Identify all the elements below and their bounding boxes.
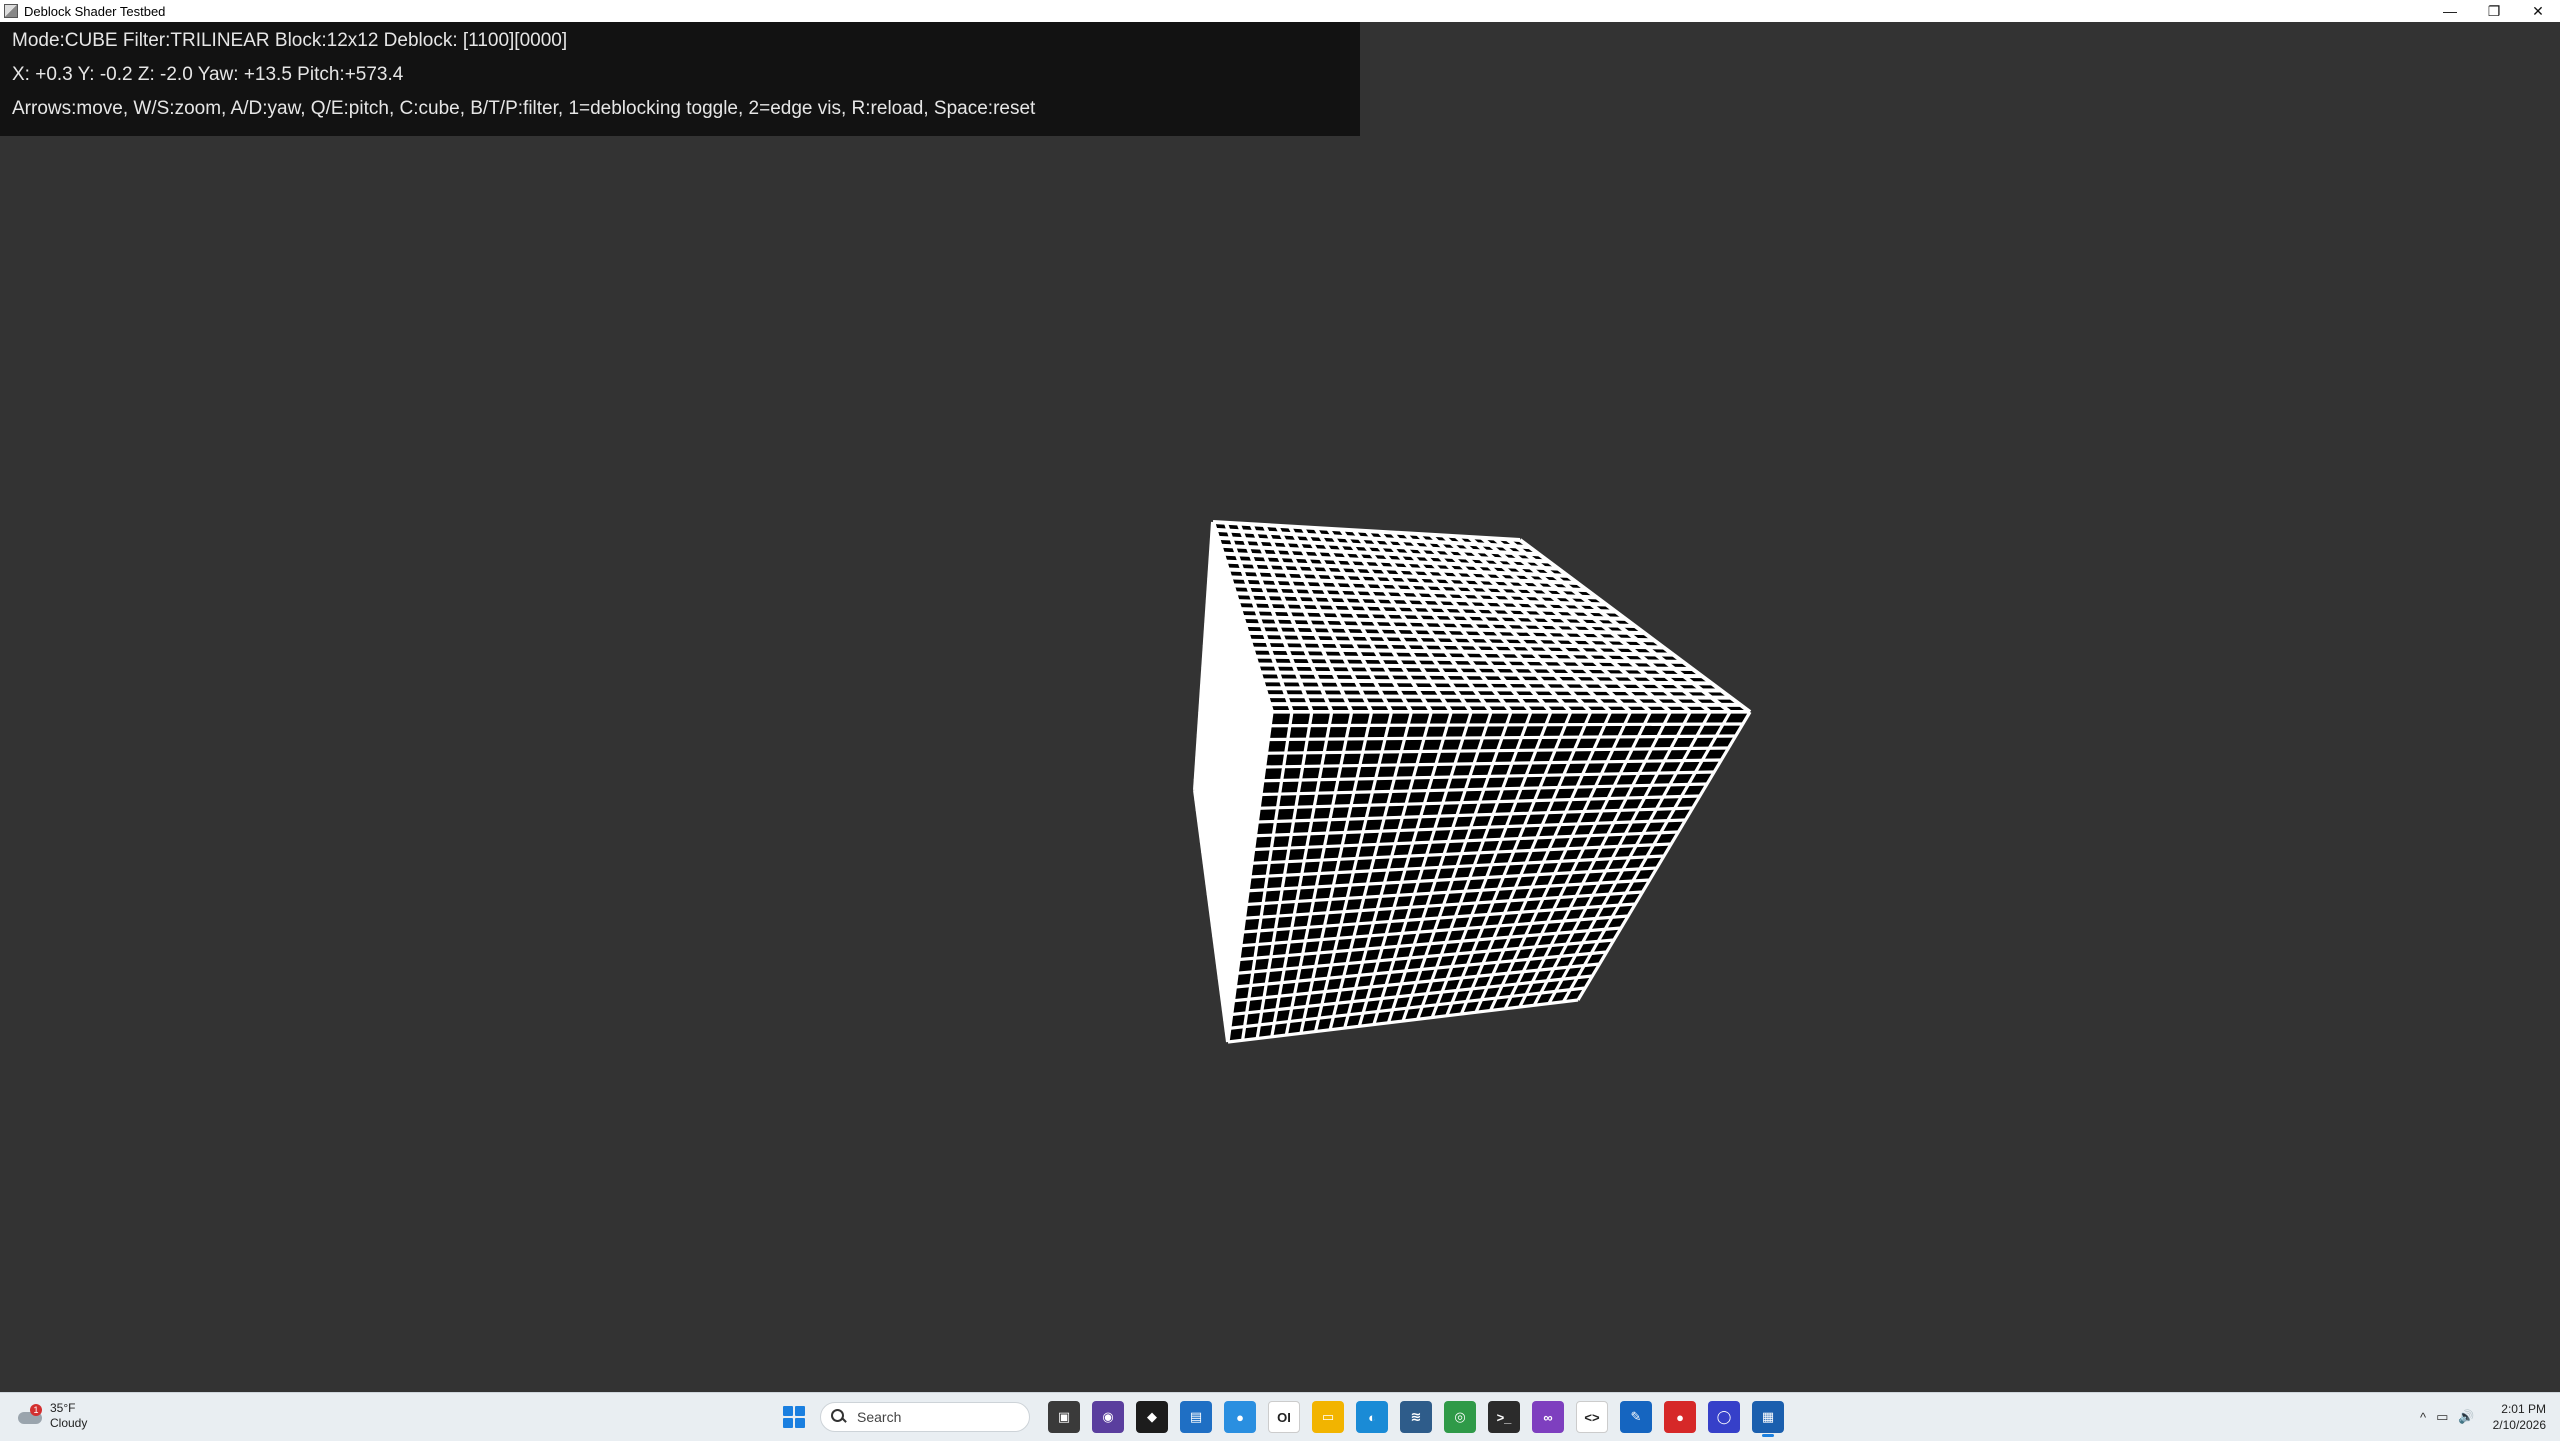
system-tray: ^ ▭ 🔊 2:01 PM 2/10/2026 xyxy=(2420,1393,2546,1441)
hud-mode-line: Mode:CUBE Filter:TRILINEAR Block:12x12 D… xyxy=(12,30,568,51)
search-icon xyxy=(831,1409,847,1425)
weather-condition: Cloudy xyxy=(50,1416,88,1430)
close-button[interactable]: ✕ xyxy=(2516,0,2560,22)
visual-studio-icon[interactable]: ∞ xyxy=(1532,1401,1564,1433)
hud-overlay: Mode:CUBE Filter:TRILINEAR Block:12x12 D… xyxy=(0,22,1360,136)
volume-icon[interactable]: 🔊 xyxy=(2458,1409,2474,1425)
start-button[interactable] xyxy=(780,1403,808,1431)
windows-logo-icon xyxy=(783,1406,793,1416)
cube-top-face xyxy=(1211,520,1752,714)
taskbar: 1 35°F Cloudy Search ▣ ◉ ◆ ▤ ● OI ▭ ◐ ≋ ◎ >_ ∞ <> ✎ ● ◯… xyxy=(0,1392,2560,1441)
cube-front-face xyxy=(1226,710,1752,1044)
hud-position-line: X: +0.3 Y: -0.2 Z: -2.0 Yaw: +13.5 Pitch… xyxy=(12,64,404,85)
hud-controls-help: Arrows:move, W/S:zoom, A/D:yaw, Q/E:pitc… xyxy=(12,98,1036,119)
paint-icon[interactable]: ✎ xyxy=(1620,1401,1652,1433)
oi-icon[interactable]: OI xyxy=(1268,1401,1300,1433)
taskbar-search[interactable]: Search xyxy=(820,1402,1030,1432)
app-icon xyxy=(4,4,18,18)
photos-icon[interactable]: ▤ xyxy=(1180,1401,1212,1433)
taskbar-center: Search ▣ ◉ ◆ ▤ ● OI ▭ ◐ ≋ ◎ >_ ∞ <> ✎ ● ◯ ▦ xyxy=(780,1400,1784,1437)
task-view-icon[interactable]: ▣ xyxy=(1048,1401,1080,1433)
ai-app-icon[interactable]: ◆ xyxy=(1136,1401,1168,1433)
clock-date: 2/10/2026 xyxy=(2492,1418,2546,1432)
weather-temp: 35°F xyxy=(50,1401,76,1415)
code-editor-icon[interactable]: <> xyxy=(1576,1401,1608,1433)
window-title: Deblock Shader Testbed xyxy=(24,3,166,19)
network-icon[interactable]: ▭ xyxy=(2436,1409,2448,1425)
minimize-button[interactable]: — xyxy=(2428,0,2472,22)
chevron-up-icon[interactable]: ^ xyxy=(2420,1410,2426,1425)
cube-render xyxy=(1193,520,1752,1044)
clock[interactable]: 2:01 PM 2/10/2026 xyxy=(2493,1401,2546,1433)
clock-time: 2:01 PM xyxy=(2501,1402,2546,1416)
weather-widget[interactable]: 1 35°F Cloudy xyxy=(18,1401,87,1431)
search-label: Search xyxy=(857,1409,902,1425)
render-viewport[interactable] xyxy=(0,22,2560,1392)
blue-circle-app-icon[interactable]: ◯ xyxy=(1708,1401,1740,1433)
notification-badge: 1 xyxy=(30,1404,42,1416)
window-titlebar: Deblock Shader Testbed — ❐ ✕ xyxy=(0,0,2560,22)
window-controls: — ❐ ✕ xyxy=(2428,0,2560,22)
restore-button[interactable]: ❐ xyxy=(2472,0,2516,22)
red-app-icon[interactable]: ● xyxy=(1664,1401,1696,1433)
file-explorer-icon[interactable]: ▭ xyxy=(1312,1401,1344,1433)
obs-icon[interactable]: ◉ xyxy=(1092,1401,1124,1433)
cloud-icon: 1 xyxy=(18,1404,42,1426)
testbed-app-icon[interactable]: ▦ xyxy=(1752,1401,1784,1437)
teams-icon[interactable]: ● xyxy=(1224,1401,1256,1433)
terminal-icon[interactable]: >_ xyxy=(1488,1401,1520,1433)
task-manager-icon[interactable]: ≋ xyxy=(1400,1401,1432,1433)
chrome-icon[interactable]: ◎ xyxy=(1444,1401,1476,1433)
edge-icon[interactable]: ◐ xyxy=(1356,1401,1388,1433)
